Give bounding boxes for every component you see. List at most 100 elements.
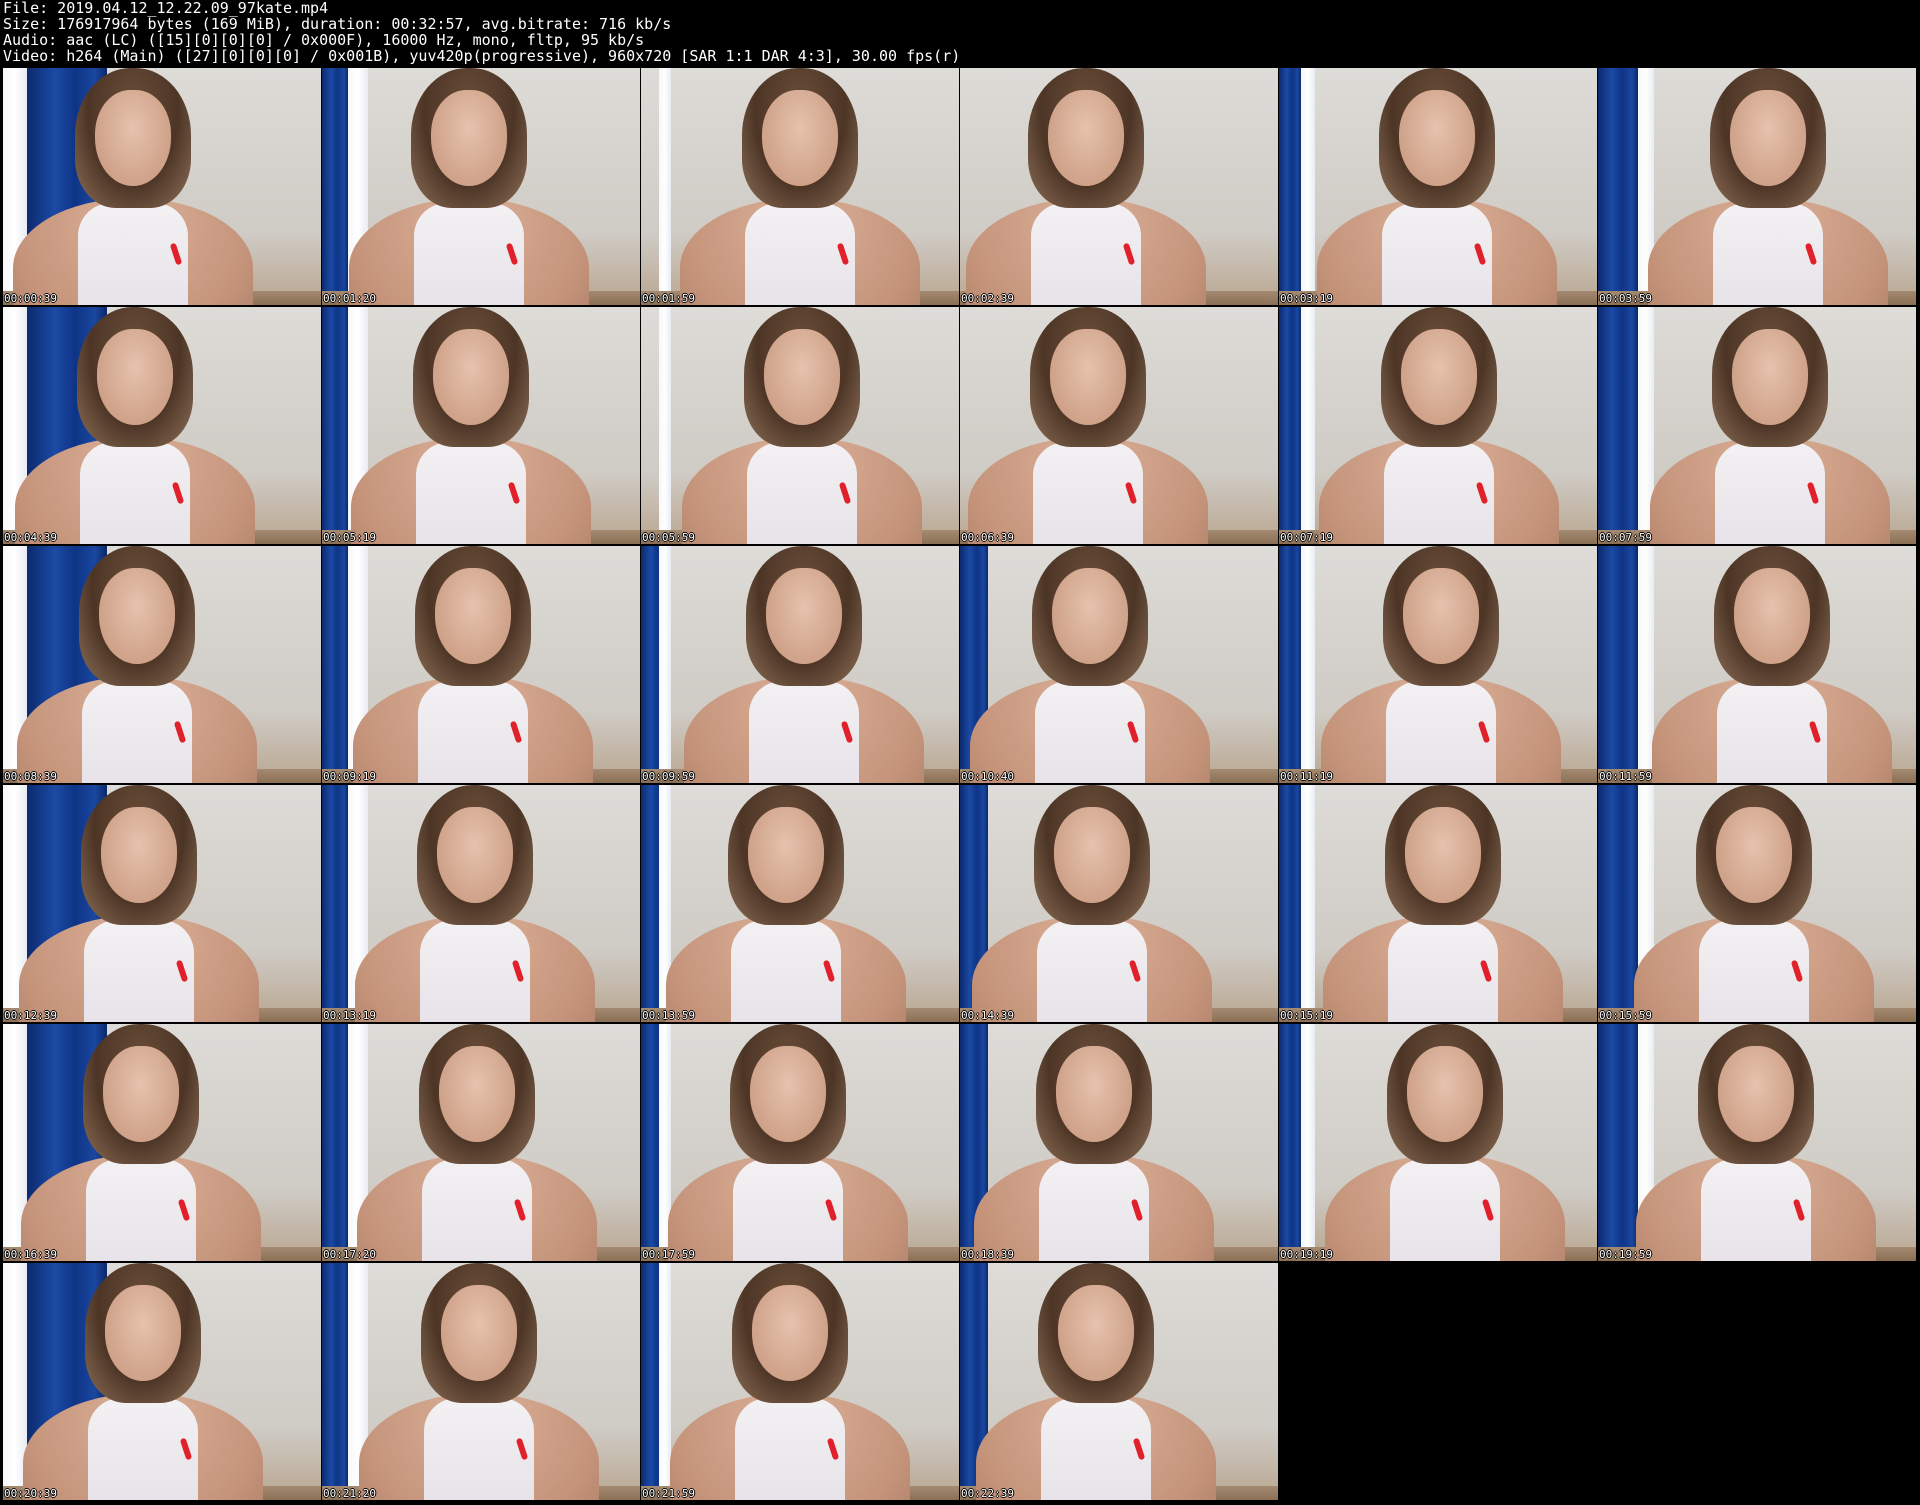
- thumbnail-timestamp: 00:17:59: [642, 1248, 695, 1261]
- thumbnail-timestamp: 00:00:39: [4, 292, 57, 305]
- face: [1405, 807, 1481, 903]
- video-thumbnail: 00:15:19: [1279, 785, 1597, 1022]
- blue-curtain: [322, 68, 348, 305]
- white-tank-top: [735, 1398, 845, 1500]
- blue-curtain: [1279, 307, 1301, 544]
- video-thumbnail: 00:19:19: [1279, 1024, 1597, 1261]
- blue-curtain: [1279, 1024, 1301, 1261]
- white-tank-top: [749, 681, 859, 783]
- face: [103, 1046, 179, 1142]
- white-tank-top: [416, 442, 526, 544]
- thumbnail-timestamp: 00:05:59: [642, 531, 695, 544]
- window-light: [659, 307, 671, 544]
- thumbnail-timestamp: 00:03:19: [1280, 292, 1333, 305]
- white-tank-top: [733, 1159, 843, 1261]
- white-tank-top: [747, 442, 857, 544]
- blue-curtain: [1279, 785, 1301, 1022]
- thumbnail-timestamp: 00:01:59: [642, 292, 695, 305]
- white-tank-top: [1715, 442, 1825, 544]
- video-thumbnail: 00:06:39: [960, 307, 1278, 544]
- face: [1734, 568, 1810, 664]
- white-tank-top: [78, 203, 188, 305]
- video-thumbnail: 00:05:19: [322, 307, 640, 544]
- face: [1403, 568, 1479, 664]
- window-light: [659, 68, 671, 305]
- thumbnail-timestamp: 00:22:39: [961, 1487, 1014, 1500]
- blue-curtain: [1598, 785, 1638, 1022]
- face: [105, 1285, 181, 1381]
- face: [439, 1046, 515, 1142]
- blue-curtain: [1598, 68, 1638, 305]
- face: [1052, 568, 1128, 664]
- white-tank-top: [1384, 442, 1494, 544]
- thumbnail-timestamp: 00:03:59: [1599, 292, 1652, 305]
- thumbnail-timestamp: 00:20:39: [4, 1487, 57, 1500]
- thumbnail-timestamp: 00:21:20: [323, 1487, 376, 1500]
- white-tank-top: [1701, 1159, 1811, 1261]
- face: [748, 807, 824, 903]
- video-thumbnail: 00:05:59: [641, 307, 959, 544]
- white-tank-top: [1035, 681, 1145, 783]
- face: [95, 90, 171, 186]
- video-thumbnail: 00:12:39: [3, 785, 321, 1022]
- video-thumbnail: 00:18:39: [960, 1024, 1278, 1261]
- thumbnail-timestamp: 00:19:59: [1599, 1248, 1652, 1261]
- face: [435, 568, 511, 664]
- white-tank-top: [1699, 920, 1809, 1022]
- thumbnail-timestamp: 00:18:39: [961, 1248, 1014, 1261]
- white-tank-top: [1717, 681, 1827, 783]
- thumbnail-timestamp: 00:09:19: [323, 770, 376, 783]
- white-tank-top: [86, 1159, 196, 1261]
- white-tank-top: [1390, 1159, 1500, 1261]
- thumbnail-timestamp: 00:08:39: [4, 770, 57, 783]
- window-light: [1301, 1024, 1315, 1261]
- white-tank-top: [1041, 1398, 1151, 1500]
- video-thumbnail: 00:03:19: [1279, 68, 1597, 305]
- white-tank-top: [80, 442, 190, 544]
- thumbnail-timestamp: 00:07:19: [1280, 531, 1333, 544]
- video-thumbnail: 00:03:59: [1598, 68, 1916, 305]
- video-thumbnail: 00:17:59: [641, 1024, 959, 1261]
- video-thumbnail: 00:00:39: [3, 68, 321, 305]
- empty-cell: [1598, 1263, 1916, 1500]
- empty-cell: [1279, 1263, 1597, 1500]
- video-thumbnail: 00:13:19: [322, 785, 640, 1022]
- video-thumbnail: 00:02:39: [960, 68, 1278, 305]
- video-thumbnail: 00:07:59: [1598, 307, 1916, 544]
- blue-curtain: [1598, 307, 1638, 544]
- blue-curtain: [322, 1263, 348, 1500]
- thumbnail-timestamp: 00:11:19: [1280, 770, 1333, 783]
- white-tank-top: [745, 203, 855, 305]
- video-thumbnail: 00:20:39: [3, 1263, 321, 1500]
- thumbnail-timestamp: 00:02:39: [961, 292, 1014, 305]
- face: [1050, 329, 1126, 425]
- white-tank-top: [84, 920, 194, 1022]
- video-thumbnail: 00:17:20: [322, 1024, 640, 1261]
- face: [1401, 329, 1477, 425]
- face: [1718, 1046, 1794, 1142]
- white-tank-top: [82, 681, 192, 783]
- face: [1054, 807, 1130, 903]
- blue-curtain: [322, 546, 348, 783]
- video-info-line: Video: h264 (Main) ([27][0][0][0] / 0x00…: [3, 47, 961, 65]
- window-light: [1301, 68, 1315, 305]
- face: [97, 329, 173, 425]
- video-thumbnail: 00:07:19: [1279, 307, 1597, 544]
- video-thumbnail: 00:09:19: [322, 546, 640, 783]
- file-info-header: File: 2019.04.12_12.22.09_97kate.mp4 Siz…: [3, 0, 1913, 66]
- face: [101, 807, 177, 903]
- blue-curtain: [1598, 546, 1638, 783]
- blue-curtain: [322, 785, 348, 1022]
- blue-curtain: [322, 1024, 348, 1261]
- face: [437, 807, 513, 903]
- thumbnail-timestamp: 00:07:59: [1599, 531, 1652, 544]
- white-tank-top: [418, 681, 528, 783]
- window-light: [1301, 307, 1315, 544]
- thumbnail-timestamp: 00:16:39: [4, 1248, 57, 1261]
- thumbnail-timestamp: 00:21:59: [642, 1487, 695, 1500]
- video-thumbnail: 00:19:59: [1598, 1024, 1916, 1261]
- file-size-line: Size: 176917964 bytes (169 MiB), duratio…: [3, 15, 672, 33]
- white-tank-top: [420, 920, 530, 1022]
- video-thumbnail: 00:11:19: [1279, 546, 1597, 783]
- window-light: [1301, 546, 1315, 783]
